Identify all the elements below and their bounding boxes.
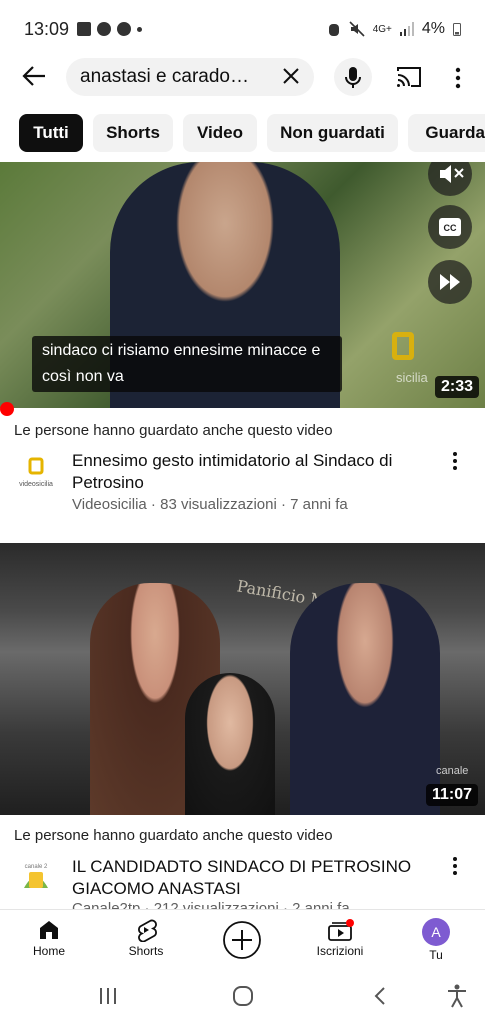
mute-button[interactable] <box>428 162 472 196</box>
nav-label: Iscrizioni <box>316 944 364 958</box>
facebook-notification-icon <box>117 22 132 36</box>
video-menu-icon[interactable] <box>446 855 464 877</box>
voice-search-button[interactable] <box>334 58 372 96</box>
fast-forward-icon <box>440 274 460 290</box>
search-header: anastasi e carado… <box>0 58 485 98</box>
videosicilia-logo-icon: videosicilia <box>19 457 53 488</box>
microphone-icon <box>345 67 361 88</box>
battery-percent: 4% <box>421 20 445 37</box>
video-context-label: Le persone hanno guardato anche questo v… <box>14 827 333 844</box>
status-right: 4G+ 4% <box>327 20 461 38</box>
status-time: 13:09 <box>24 18 70 39</box>
back-arrow-icon[interactable] <box>20 62 48 90</box>
gallery-notification-icon <box>77 22 92 36</box>
clear-search-icon[interactable] <box>280 65 302 87</box>
more-notifications-icon <box>137 26 143 32</box>
accessibility-icon[interactable] <box>446 984 468 1008</box>
channel-avatar[interactable]: videosicilia <box>16 455 56 495</box>
canale2-logo-icon: canale 2 <box>24 864 48 888</box>
chip-non-guardati[interactable]: Non guardati <box>267 114 398 152</box>
chip-video[interactable]: Video <box>183 114 257 152</box>
channel-watermark: canale <box>436 765 469 777</box>
search-input[interactable]: anastasi e carado… <box>66 58 314 96</box>
cast-icon[interactable] <box>395 65 423 89</box>
nav-label: Shorts <box>128 944 164 958</box>
status-bar: 13:09 4G+ 4% <box>0 0 485 58</box>
more-options-icon[interactable] <box>448 64 468 92</box>
captions-button[interactable]: CC <box>428 205 472 249</box>
video-title[interactable]: IL CANDIDADTO SINDACO DI PETROSINO GIACO… <box>72 856 432 900</box>
home-button-icon[interactable] <box>232 985 254 1007</box>
video-caption: sindaco ci risiamo ennesime minacce e co… <box>32 336 342 392</box>
system-navigation <box>0 969 485 1023</box>
telegram-notification-icon <box>97 22 112 36</box>
mute-icon <box>349 21 365 37</box>
videosicilia-watermark-icon <box>392 332 414 360</box>
video-duration: 2:33 <box>435 376 480 398</box>
nav-shorts[interactable]: Shorts <box>106 918 186 958</box>
home-icon <box>40 921 58 939</box>
nav-you[interactable]: A Tu <box>396 918 476 962</box>
watermark-text: sicilia <box>396 370 428 385</box>
notification-icons <box>77 22 143 36</box>
channel-avatar[interactable]: canale 2 <box>16 858 56 898</box>
nav-create[interactable] <box>202 920 282 960</box>
search-query[interactable]: anastasi e carado… <box>80 66 249 88</box>
thumbnail-person-man <box>290 583 440 815</box>
subscriptions-icon <box>328 919 354 941</box>
video-menu-icon[interactable] <box>446 450 464 472</box>
video-title[interactable]: Ennesimo gesto intimidatorio al Sindaco … <box>72 450 432 494</box>
fast-forward-button[interactable] <box>428 260 472 304</box>
thumbnail-person-boy <box>185 673 275 815</box>
video-context-label: Le persone hanno guardato anche questo v… <box>14 422 333 439</box>
battery-icon <box>453 23 461 36</box>
back-button-icon[interactable] <box>372 986 388 1006</box>
network-type: 4G+ <box>372 23 392 35</box>
progress-indicator <box>0 402 14 416</box>
video-thumbnail-2[interactable]: Panificio Morsell canale <box>0 543 485 815</box>
bottom-navigation: Home Shorts Iscrizioni A Tu <box>0 909 485 969</box>
avatar: A <box>422 918 450 946</box>
chip-shorts[interactable]: Shorts <box>93 114 173 152</box>
volume-off-icon <box>440 165 464 183</box>
nav-label: Home <box>32 944 65 958</box>
filter-chips: Tutti Shorts Video Non guardati Guardat <box>0 114 485 152</box>
signal-icon <box>399 22 414 36</box>
channel-logo-text: videosicilia <box>19 481 53 488</box>
chip-tutti[interactable]: Tutti <box>19 114 83 152</box>
svg-text:CC: CC <box>444 223 457 233</box>
channel-logo-text: canale 2 <box>25 864 48 870</box>
recent-apps-icon[interactable] <box>98 986 118 1006</box>
alarm-icon <box>328 24 339 36</box>
nav-home[interactable]: Home <box>9 918 89 958</box>
nav-label: Tu <box>429 948 443 962</box>
video-meta: Videosicilia · 83 visualizzazioni · 7 an… <box>72 496 348 513</box>
captions-icon: CC <box>439 218 461 236</box>
shorts-icon <box>138 919 157 942</box>
nav-subscriptions[interactable]: Iscrizioni <box>300 918 380 958</box>
create-icon <box>223 921 261 959</box>
chip-guardati[interactable]: Guardat <box>408 114 485 152</box>
video-duration: 11:07 <box>426 784 479 806</box>
